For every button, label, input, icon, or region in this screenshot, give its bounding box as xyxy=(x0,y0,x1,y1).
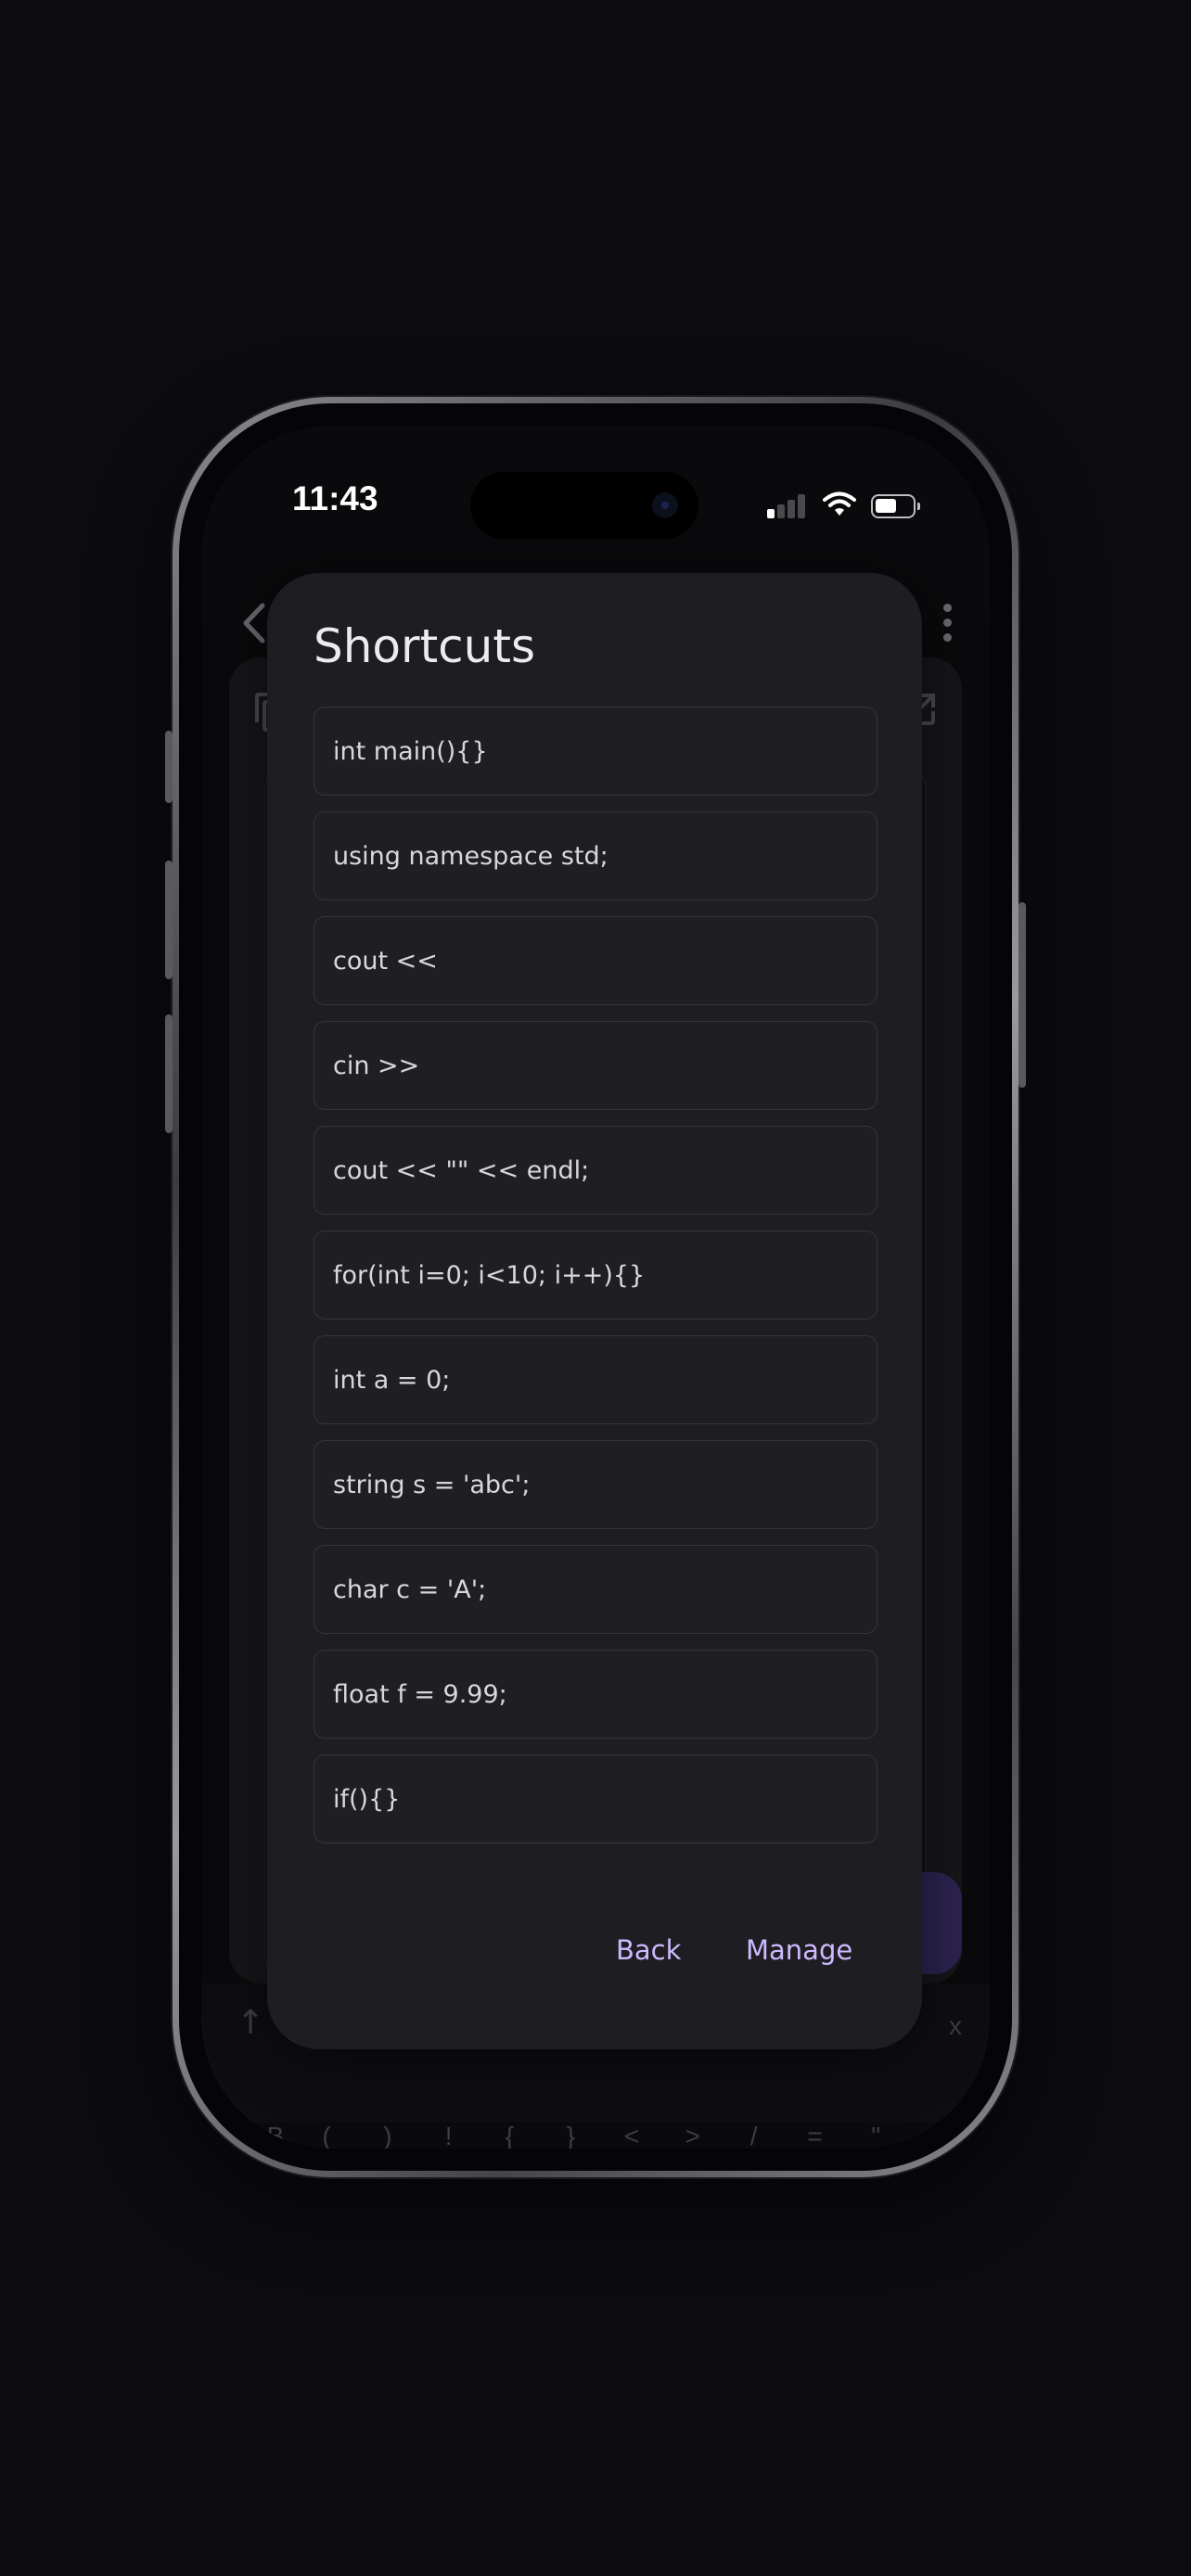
key-open-brace[interactable]: { xyxy=(491,2122,528,2149)
shortcut-list: int main(){} using namespace std; cout <… xyxy=(314,707,877,1859)
shortcut-item[interactable]: cout << xyxy=(314,916,877,1005)
camera-icon xyxy=(652,492,678,518)
dialog-title: Shortcuts xyxy=(314,619,536,673)
back-button[interactable]: Back xyxy=(616,1934,681,1966)
shortcuts-dialog: Shortcuts int main(){} using namespace s… xyxy=(267,573,922,2049)
shortcut-item[interactable]: cout << "" << endl; xyxy=(314,1126,877,1215)
shortcut-item[interactable]: string s = 'abc'; xyxy=(314,1440,877,1529)
shortcut-item[interactable]: int main(){} xyxy=(314,707,877,796)
shortcut-item[interactable]: cin >> xyxy=(314,1021,877,1110)
key-greater-than[interactable]: > xyxy=(674,2122,711,2149)
back-chevron-icon[interactable] xyxy=(238,602,270,644)
key-open-paren[interactable]: ( xyxy=(308,2122,345,2149)
close-toolbar-button[interactable]: x xyxy=(949,2011,962,2041)
battery-icon xyxy=(871,494,920,518)
shortcut-item[interactable]: float f = 9.99; xyxy=(314,1650,877,1739)
manage-button[interactable]: Manage xyxy=(746,1934,852,1966)
volume-down-button xyxy=(165,1014,173,1133)
key-close-brace[interactable]: } xyxy=(552,2122,589,2149)
wifi-icon xyxy=(823,491,856,516)
key-semicolon[interactable]: ; xyxy=(918,2122,955,2149)
shortcut-item[interactable]: for(int i=0; i<10; i++){} xyxy=(314,1231,877,1320)
volume-up-button xyxy=(165,861,173,979)
key-slash[interactable]: / xyxy=(736,2122,773,2149)
power-button xyxy=(1018,902,1026,1088)
dynamic-island xyxy=(470,472,698,539)
key-tab[interactable]: TAB xyxy=(236,2122,284,2149)
key-equals[interactable]: = xyxy=(796,2122,833,2149)
key-less-than[interactable]: < xyxy=(613,2122,650,2149)
key-exclamation[interactable]: ! xyxy=(430,2122,467,2149)
action-button xyxy=(165,731,173,803)
status-time: 11:43 xyxy=(292,479,378,517)
key-close-paren[interactable]: ) xyxy=(369,2122,406,2149)
more-options-icon[interactable] xyxy=(943,604,953,644)
shortcut-item[interactable]: char c = 'A'; xyxy=(314,1545,877,1634)
cellular-signal-icon xyxy=(767,494,808,518)
key-quote[interactable]: " xyxy=(857,2122,894,2149)
shortcut-item[interactable]: int a = 0; xyxy=(314,1335,877,1424)
shortcut-item[interactable]: using namespace std; xyxy=(314,811,877,900)
symbol-key-row: TAB ( ) ! { } < > / = " ; xyxy=(201,2104,990,2149)
up-arrow-icon[interactable]: ↑ xyxy=(237,2004,264,2042)
shortcut-item[interactable]: if(){} xyxy=(314,1754,877,1843)
